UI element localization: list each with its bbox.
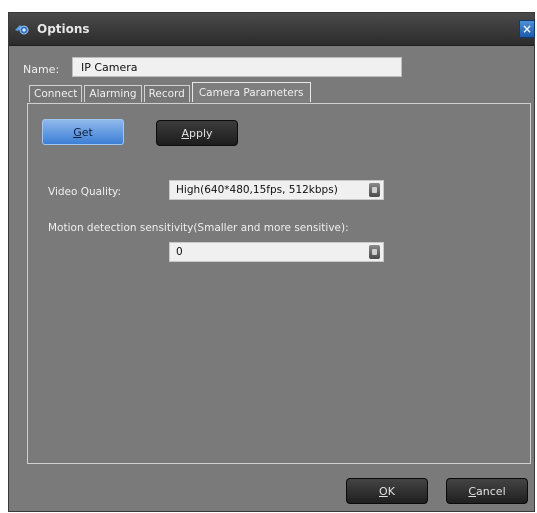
dropdown-arrow-icon[interactable] [369, 183, 380, 197]
options-dialog: Options Name: IP Camera Connect Alarming… [8, 12, 535, 512]
cancel-button-label: ancel [476, 485, 506, 498]
camera-parameters-panel [27, 103, 531, 464]
cancel-button[interactable]: Cancel [446, 478, 528, 504]
title-bar[interactable]: Options [9, 13, 534, 46]
get-button[interactable]: Get [42, 119, 124, 145]
apply-button-label: pply [189, 127, 213, 140]
ok-button-mnemonic: O [379, 485, 388, 498]
motion-sensitivity-select[interactable]: 0 [169, 242, 384, 262]
camera-app-icon [15, 25, 29, 35]
tab-alarming[interactable]: Alarming [84, 85, 142, 102]
dropdown-arrow-icon[interactable] [369, 245, 380, 259]
apply-button[interactable]: Apply [156, 120, 238, 146]
get-button-label: et [81, 126, 93, 139]
close-icon[interactable]: × [519, 20, 535, 38]
video-quality-select[interactable]: High(640*480,15fps, 512kbps) [169, 180, 384, 200]
motion-sensitivity-value: 0 [176, 246, 183, 258]
tab-bar: Connect Alarming Record Camera Parameter… [29, 82, 311, 103]
apply-button-mnemonic: A [181, 127, 189, 140]
name-label: Name: [23, 63, 60, 76]
video-quality-label: Video Quality: [48, 186, 122, 198]
tab-connect[interactable]: Connect [29, 85, 83, 102]
name-input[interactable]: IP Camera [72, 57, 402, 77]
get-button-mnemonic: G [73, 126, 82, 139]
video-quality-value: High(640*480,15fps, 512kbps) [176, 184, 338, 196]
dialog-title: Options [37, 22, 90, 36]
ok-button-label: K [387, 485, 395, 498]
motion-sensitivity-label: Motion detection sensitivity(Smaller and… [48, 222, 349, 234]
tab-record[interactable]: Record [143, 85, 190, 102]
cancel-button-mnemonic: C [468, 485, 477, 498]
tab-camera-parameters[interactable]: Camera Parameters [191, 82, 311, 102]
ok-button[interactable]: OK [346, 478, 428, 504]
